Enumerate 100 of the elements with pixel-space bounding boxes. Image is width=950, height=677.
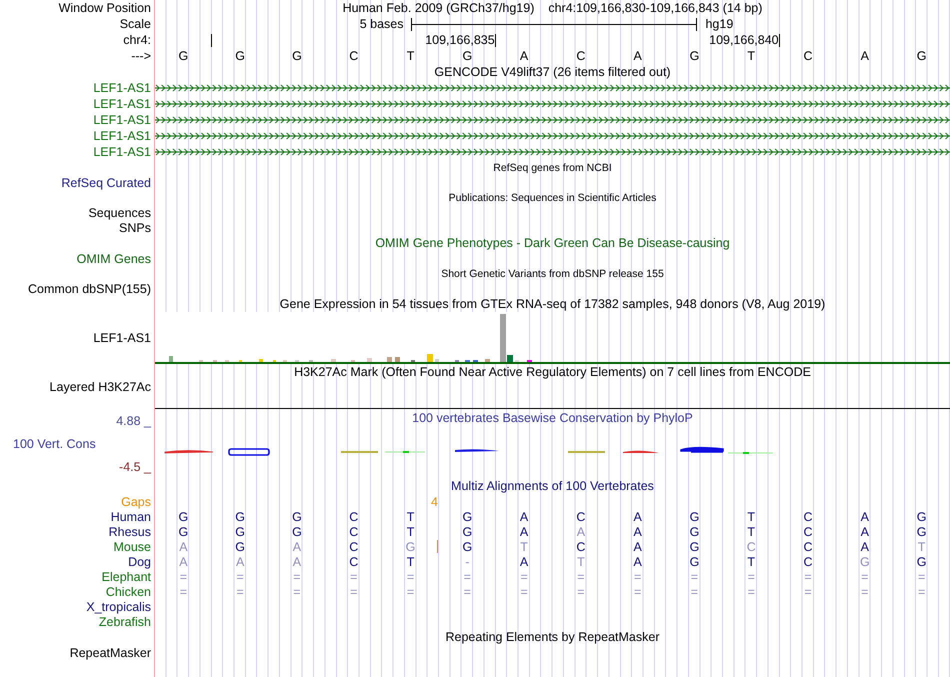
alignment-base: G <box>860 554 870 568</box>
assembly-name: Human Feb. 2009 (GRCh37/hg19) <box>342 1 534 15</box>
alignment-base: T <box>577 554 585 568</box>
alignment-base: C <box>804 510 813 524</box>
alignment-base: C <box>804 554 813 568</box>
alignment-base: C <box>349 554 358 568</box>
alignment-base: = <box>804 570 812 584</box>
track-label[interactable]: LEF1-AS1 <box>93 113 151 127</box>
alignment-base: = <box>690 584 698 598</box>
track-label[interactable]: LEF1-AS1 <box>93 129 151 143</box>
alignment-base: C <box>349 510 358 524</box>
reference-base: A <box>520 49 528 63</box>
reference-base: C <box>804 49 813 63</box>
alignment-base: G <box>462 540 472 554</box>
track-label[interactable]: Dog <box>128 554 151 568</box>
track-label[interactable]: Human <box>110 510 151 524</box>
alignment-base: A <box>520 524 528 538</box>
track-label[interactable]: LEF1-AS1 <box>93 145 151 159</box>
alignment-base: T <box>747 510 756 524</box>
track-label[interactable]: LEF1-AS1 <box>93 97 151 111</box>
alignment-base: G <box>690 510 700 524</box>
track-label[interactable]: SNPs <box>119 220 151 234</box>
track-label[interactable]: Rhesus <box>108 524 151 538</box>
track-label[interactable]: OMIM Genes <box>76 252 151 266</box>
alignment-base: T <box>406 554 414 568</box>
alignment-base: G <box>916 510 926 524</box>
row-label: Window Position <box>58 1 151 15</box>
alignment-base: A <box>179 540 188 554</box>
track-label[interactable]: Zebrafish <box>98 614 151 628</box>
alignment-base: G <box>178 524 188 538</box>
alignment-base: G <box>690 554 700 568</box>
alignment-base: = <box>293 570 301 584</box>
reference-base: C <box>349 49 358 63</box>
track-label[interactable]: Sequences <box>88 206 151 220</box>
alignment-base: G <box>178 510 188 524</box>
alignment-base: - <box>465 554 470 568</box>
alignment-base: T <box>747 554 756 568</box>
track-label[interactable]: Elephant <box>102 570 151 584</box>
alignment-base: C <box>349 540 358 554</box>
alignment-base: C <box>349 524 358 538</box>
alignment-base: G <box>690 540 700 554</box>
reference-base: G <box>462 49 472 63</box>
ruler-label: 109,166,840 <box>709 33 779 47</box>
alignment-base: G <box>235 510 246 524</box>
track-label[interactable]: X_tropicalis <box>86 600 151 614</box>
row-label: chr4: <box>123 33 151 47</box>
alignment-base: G <box>292 510 302 524</box>
alignment-base: C <box>804 524 813 538</box>
alignment-base: = <box>577 570 585 584</box>
alignment-base: = <box>634 570 642 584</box>
alignment-base: A <box>860 524 869 538</box>
reference-base: G <box>690 49 700 63</box>
track-label[interactable]: LEF1-AS1 <box>93 331 151 345</box>
alignment-base: = <box>236 570 244 584</box>
track-label[interactable]: RefSeq Curated <box>61 176 151 190</box>
track-label[interactable]: RepeatMasker <box>70 646 151 660</box>
alignment-base: G <box>916 524 926 538</box>
axis-min-label: -4.5 _ <box>119 460 151 474</box>
alignment-base: = <box>918 584 926 598</box>
alignment-base: A <box>292 554 302 568</box>
gap-count: 4 <box>430 494 438 508</box>
alignment-base: = <box>804 584 812 598</box>
alignment-base: = <box>350 570 358 584</box>
ruler-tick <box>494 34 496 46</box>
alignment-base: C <box>576 510 586 524</box>
scale-assembly: hg19 <box>705 17 734 31</box>
alignment-base: C <box>576 540 586 554</box>
alignment-base: T <box>520 540 528 554</box>
track-label[interactable]: 100 Vert. Cons <box>0 436 96 450</box>
row-label: ---> <box>131 49 151 63</box>
alignment-base: G <box>235 540 246 554</box>
alignment-base: T <box>747 524 756 538</box>
reference-base: C <box>576 49 586 63</box>
alignment-base: A <box>236 554 244 568</box>
alignment-base: T <box>918 540 926 554</box>
ruler-tick <box>210 34 212 46</box>
alignment-base: G <box>292 524 302 538</box>
track-label[interactable]: Layered H3K27Ac <box>50 380 151 394</box>
insertion-mark <box>436 540 438 553</box>
alignment-base: A <box>634 524 642 538</box>
track-title: 100 vertebrates Basewise Conservation by PhyloP <box>412 411 693 425</box>
position-text[interactable]: chr4:109,166,830-109,166,843 (14 bp) <box>548 1 762 15</box>
alignment-base: G <box>462 524 472 538</box>
alignment-base: = <box>690 570 698 584</box>
track-label[interactable]: Chicken <box>106 584 151 598</box>
alignment-base: = <box>180 584 188 598</box>
axis-max-label: 4.88 _ <box>116 414 151 428</box>
alignment-base: = <box>406 570 414 584</box>
track-title: Multiz Alignments of 100 Vertebrates <box>451 479 654 493</box>
alignment-base: G <box>406 540 416 554</box>
alignment-base: T <box>406 510 414 524</box>
track-title: Repeating Elements by RepeatMasker <box>445 630 660 644</box>
track-label[interactable]: Mouse <box>113 540 151 554</box>
reference-base: G <box>292 49 302 63</box>
alignment-base: = <box>406 584 414 598</box>
track-label[interactable]: Common dbSNP(155) <box>28 282 151 296</box>
alignment-base: A <box>576 524 586 538</box>
alignment-base: A <box>860 540 869 554</box>
track-title: Gene Expression in 54 tissues from GTEx RNA-seq of 17382 samples, 948 donors (V8, Aug 2019) <box>280 297 826 311</box>
track-label[interactable]: LEF1-AS1 <box>93 81 151 95</box>
